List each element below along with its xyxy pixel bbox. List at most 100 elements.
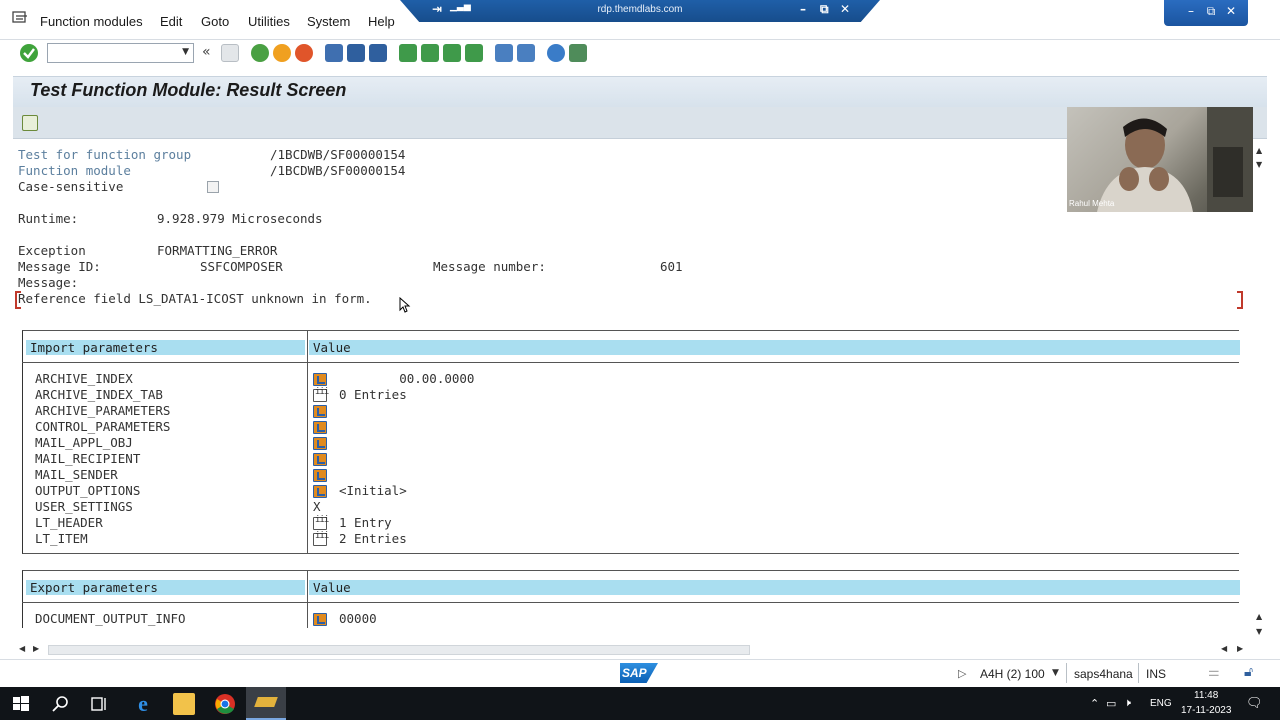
status-expand-icon[interactable]: ▷ [958, 667, 966, 680]
minimize-icon[interactable]: – [1182, 3, 1200, 19]
field-reference-icon[interactable] [313, 437, 327, 450]
import-param-value[interactable]: 00.00.0000 [339, 371, 474, 386]
unlock-icon[interactable]: 🔓︎ [1244, 664, 1253, 680]
shortcut-icon[interactable] [517, 44, 535, 62]
system-info[interactable]: A4H (2) 100 [980, 667, 1045, 681]
rdp-minimize-icon[interactable]: – [800, 2, 806, 16]
field-reference-icon[interactable] [313, 485, 327, 498]
notifications-icon[interactable]: 🗨︎ [1246, 695, 1263, 711]
tray-chevron-icon[interactable]: ⌃ [1090, 697, 1099, 710]
scroll-right-icon[interactable]: ▶ [33, 644, 39, 653]
close-icon[interactable]: ✕ [1222, 3, 1240, 19]
group-label: Test for function group [18, 147, 192, 162]
task-view-icon[interactable] [89, 693, 111, 715]
table-entries-icon[interactable] [313, 387, 328, 402]
content-bottom-mask [13, 628, 1253, 643]
layout-icon[interactable]: ⚌ [1208, 665, 1220, 680]
scroll-right-end-icon[interactable]: ▶ [1237, 644, 1243, 653]
horizontal-scroll-thumb[interactable] [48, 645, 750, 655]
field-reference-icon[interactable] [313, 405, 327, 418]
restore-icon[interactable]: ⧉ [1202, 3, 1220, 19]
case-sensitive-checkbox[interactable] [207, 181, 219, 193]
runtime-label: Runtime: [18, 211, 79, 226]
mouse-cursor-icon [399, 297, 411, 313]
import-param-name: LT_ITEM [35, 531, 88, 546]
system-menu-icon[interactable] [12, 11, 28, 25]
help-icon[interactable] [547, 44, 565, 62]
import-param-name: ARCHIVE_PARAMETERS [35, 403, 171, 418]
rdp-title: rdp.themdlabs.com [597, 4, 683, 15]
find-icon[interactable] [347, 44, 365, 62]
vertical-scrollbar[interactable]: ▲ ▼ ▲ ▼ [1253, 140, 1266, 640]
message-text[interactable]: Reference field LS_DATA1-ICOST unknown i… [18, 291, 372, 306]
menu-utilities[interactable]: Utilities [248, 14, 290, 29]
menu-function-modules[interactable]: Function modules [40, 14, 143, 29]
customize-layout-icon[interactable] [569, 44, 587, 62]
scroll-up-icon[interactable]: ▲ [1256, 146, 1262, 155]
export-header-param: Export parameters [26, 580, 305, 595]
sap-gui-taskbar-item[interactable] [246, 687, 286, 720]
find-next-icon[interactable] [369, 44, 387, 62]
insert-mode[interactable]: INS [1146, 667, 1166, 681]
windows-start-icon[interactable] [10, 693, 32, 715]
menu-goto[interactable]: Goto [201, 14, 229, 29]
command-field[interactable]: ▼ [47, 43, 194, 63]
export-param-name: DOCUMENT_OUTPUT_INFO [35, 611, 186, 626]
volume-icon[interactable]: 🕨︎ [1124, 697, 1131, 710]
scroll-left-end-icon[interactable]: ◀ [1221, 644, 1227, 653]
import-param-value[interactable]: 0 Entries [339, 387, 407, 402]
import-param-value[interactable]: 1 Entry [339, 515, 392, 530]
import-param-value[interactable]: X [313, 499, 321, 514]
next-page-icon[interactable] [443, 44, 461, 62]
selection-bracket-right [1237, 291, 1243, 309]
field-reference-icon[interactable] [313, 613, 327, 626]
scroll-down-bottom-icon[interactable]: ▼ [1256, 627, 1262, 636]
table-entries-icon[interactable] [313, 531, 328, 546]
import-param-value[interactable]: <Initial> [339, 483, 407, 498]
language-indicator[interactable]: ENG [1150, 698, 1172, 709]
field-reference-icon[interactable] [313, 421, 327, 434]
import-parameters-table [22, 330, 1239, 554]
export-parameters-table [22, 570, 1239, 630]
module-value: /1BCDWB/SF00000154 [270, 163, 406, 178]
file-explorer-icon[interactable] [173, 693, 195, 715]
field-reference-icon[interactable] [313, 453, 327, 466]
sap-gui-icon [254, 697, 278, 707]
scroll-down-icon[interactable]: ▼ [1256, 160, 1262, 169]
previous-page-icon[interactable] [421, 44, 439, 62]
rdp-close-icon[interactable]: ✕ [840, 2, 850, 16]
collapse-icon[interactable]: « [202, 44, 211, 60]
chrome-icon[interactable] [214, 693, 236, 715]
debug-icon[interactable] [22, 115, 38, 131]
chevron-down-icon[interactable]: ▼ [182, 47, 189, 57]
scroll-up-bottom-icon[interactable]: ▲ [1256, 612, 1262, 621]
exception-value: FORMATTING_ERROR [157, 243, 278, 258]
menu-system[interactable]: System [307, 14, 350, 29]
field-reference-icon[interactable] [313, 373, 327, 386]
save-icon[interactable] [221, 44, 239, 62]
page-title: Test Function Module: Result Screen [30, 80, 347, 100]
last-page-icon[interactable] [465, 44, 483, 62]
rdp-restore-icon[interactable]: ⧉ [820, 2, 829, 17]
field-reference-icon[interactable] [313, 469, 327, 482]
back-icon[interactable] [251, 44, 269, 62]
menu-help[interactable]: Help [368, 14, 395, 29]
print-icon[interactable] [325, 44, 343, 62]
import-param-value[interactable]: 2 Entries [339, 531, 407, 546]
clock-time[interactable]: 11:48 [1194, 690, 1218, 701]
network-icon[interactable]: ▭ [1106, 697, 1116, 710]
first-page-icon[interactable] [399, 44, 417, 62]
clock-date[interactable]: 17-11-2023 [1181, 705, 1231, 716]
cancel-icon[interactable] [295, 44, 313, 62]
new-session-icon[interactable] [495, 44, 513, 62]
menu-edit[interactable]: Edit [160, 14, 182, 29]
system-dropdown-icon[interactable]: ▼ [1052, 668, 1059, 678]
search-icon[interactable] [50, 693, 72, 715]
export-param-value[interactable]: 00000 [339, 611, 377, 626]
enter-check-icon[interactable] [20, 44, 38, 62]
internet-explorer-icon[interactable]: e [132, 693, 154, 715]
scroll-left-icon[interactable]: ◀ [19, 644, 25, 653]
table-entries-icon[interactable] [313, 515, 328, 530]
exit-icon[interactable] [273, 44, 291, 62]
server-name: saps4hana [1074, 667, 1133, 681]
